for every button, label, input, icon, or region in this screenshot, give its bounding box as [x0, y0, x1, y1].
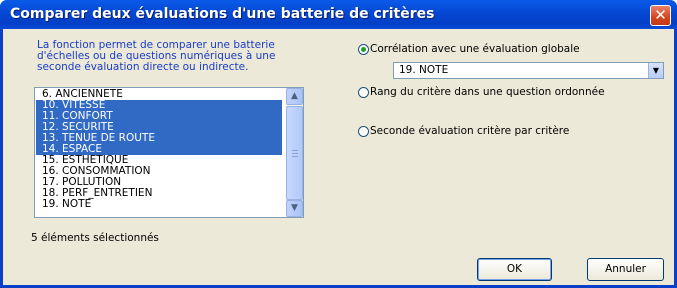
scroll-thumb[interactable]	[286, 106, 303, 200]
grip-line	[292, 153, 298, 154]
grip-line	[292, 150, 298, 151]
option-label[interactable]: Rang du critère dans une question ordonn…	[370, 86, 605, 98]
close-button[interactable]: ✕	[650, 5, 671, 26]
scroll-down-button[interactable]: ▼	[286, 200, 303, 217]
list-scrollbar[interactable]: ▲ ▼	[286, 88, 303, 217]
list-item[interactable]: 19. NOTE	[36, 199, 282, 210]
chevron-down-icon: ▼	[291, 203, 298, 213]
global-evaluation-select[interactable]: 19. NOTE ▼	[393, 62, 664, 79]
option-label[interactable]: Corrélation avec une évaluation globale	[370, 43, 580, 55]
dropdown-arrow-icon[interactable]: ▼	[648, 63, 663, 78]
cancel-button[interactable]: Annuler	[587, 258, 664, 281]
chevron-up-icon: ▲	[291, 91, 298, 101]
grip-line	[292, 156, 298, 157]
description-line-3: seconde évaluation directe ou indirecte.	[37, 61, 249, 73]
title-bar[interactable]: Comparer deux évaluations d'une batterie…	[0, 0, 677, 29]
radio-button[interactable]	[358, 87, 369, 98]
selection-count: 5 éléments sélectionnés	[31, 232, 159, 244]
criteria-listbox[interactable]: 6. ANCIENNETE 10. VITESSE 11. CONFORT 12…	[34, 87, 304, 218]
scroll-up-button[interactable]: ▲	[286, 88, 303, 105]
option-label[interactable]: Seconde évaluation critère par critère	[370, 125, 569, 137]
select-value: 19. NOTE	[399, 64, 449, 76]
radio-button[interactable]	[358, 126, 369, 137]
radio-button[interactable]	[358, 44, 369, 55]
close-icon: ✕	[654, 6, 667, 24]
ok-button[interactable]: OK	[477, 258, 552, 281]
window-title: Comparer deux évaluations d'une batterie…	[10, 6, 435, 22]
